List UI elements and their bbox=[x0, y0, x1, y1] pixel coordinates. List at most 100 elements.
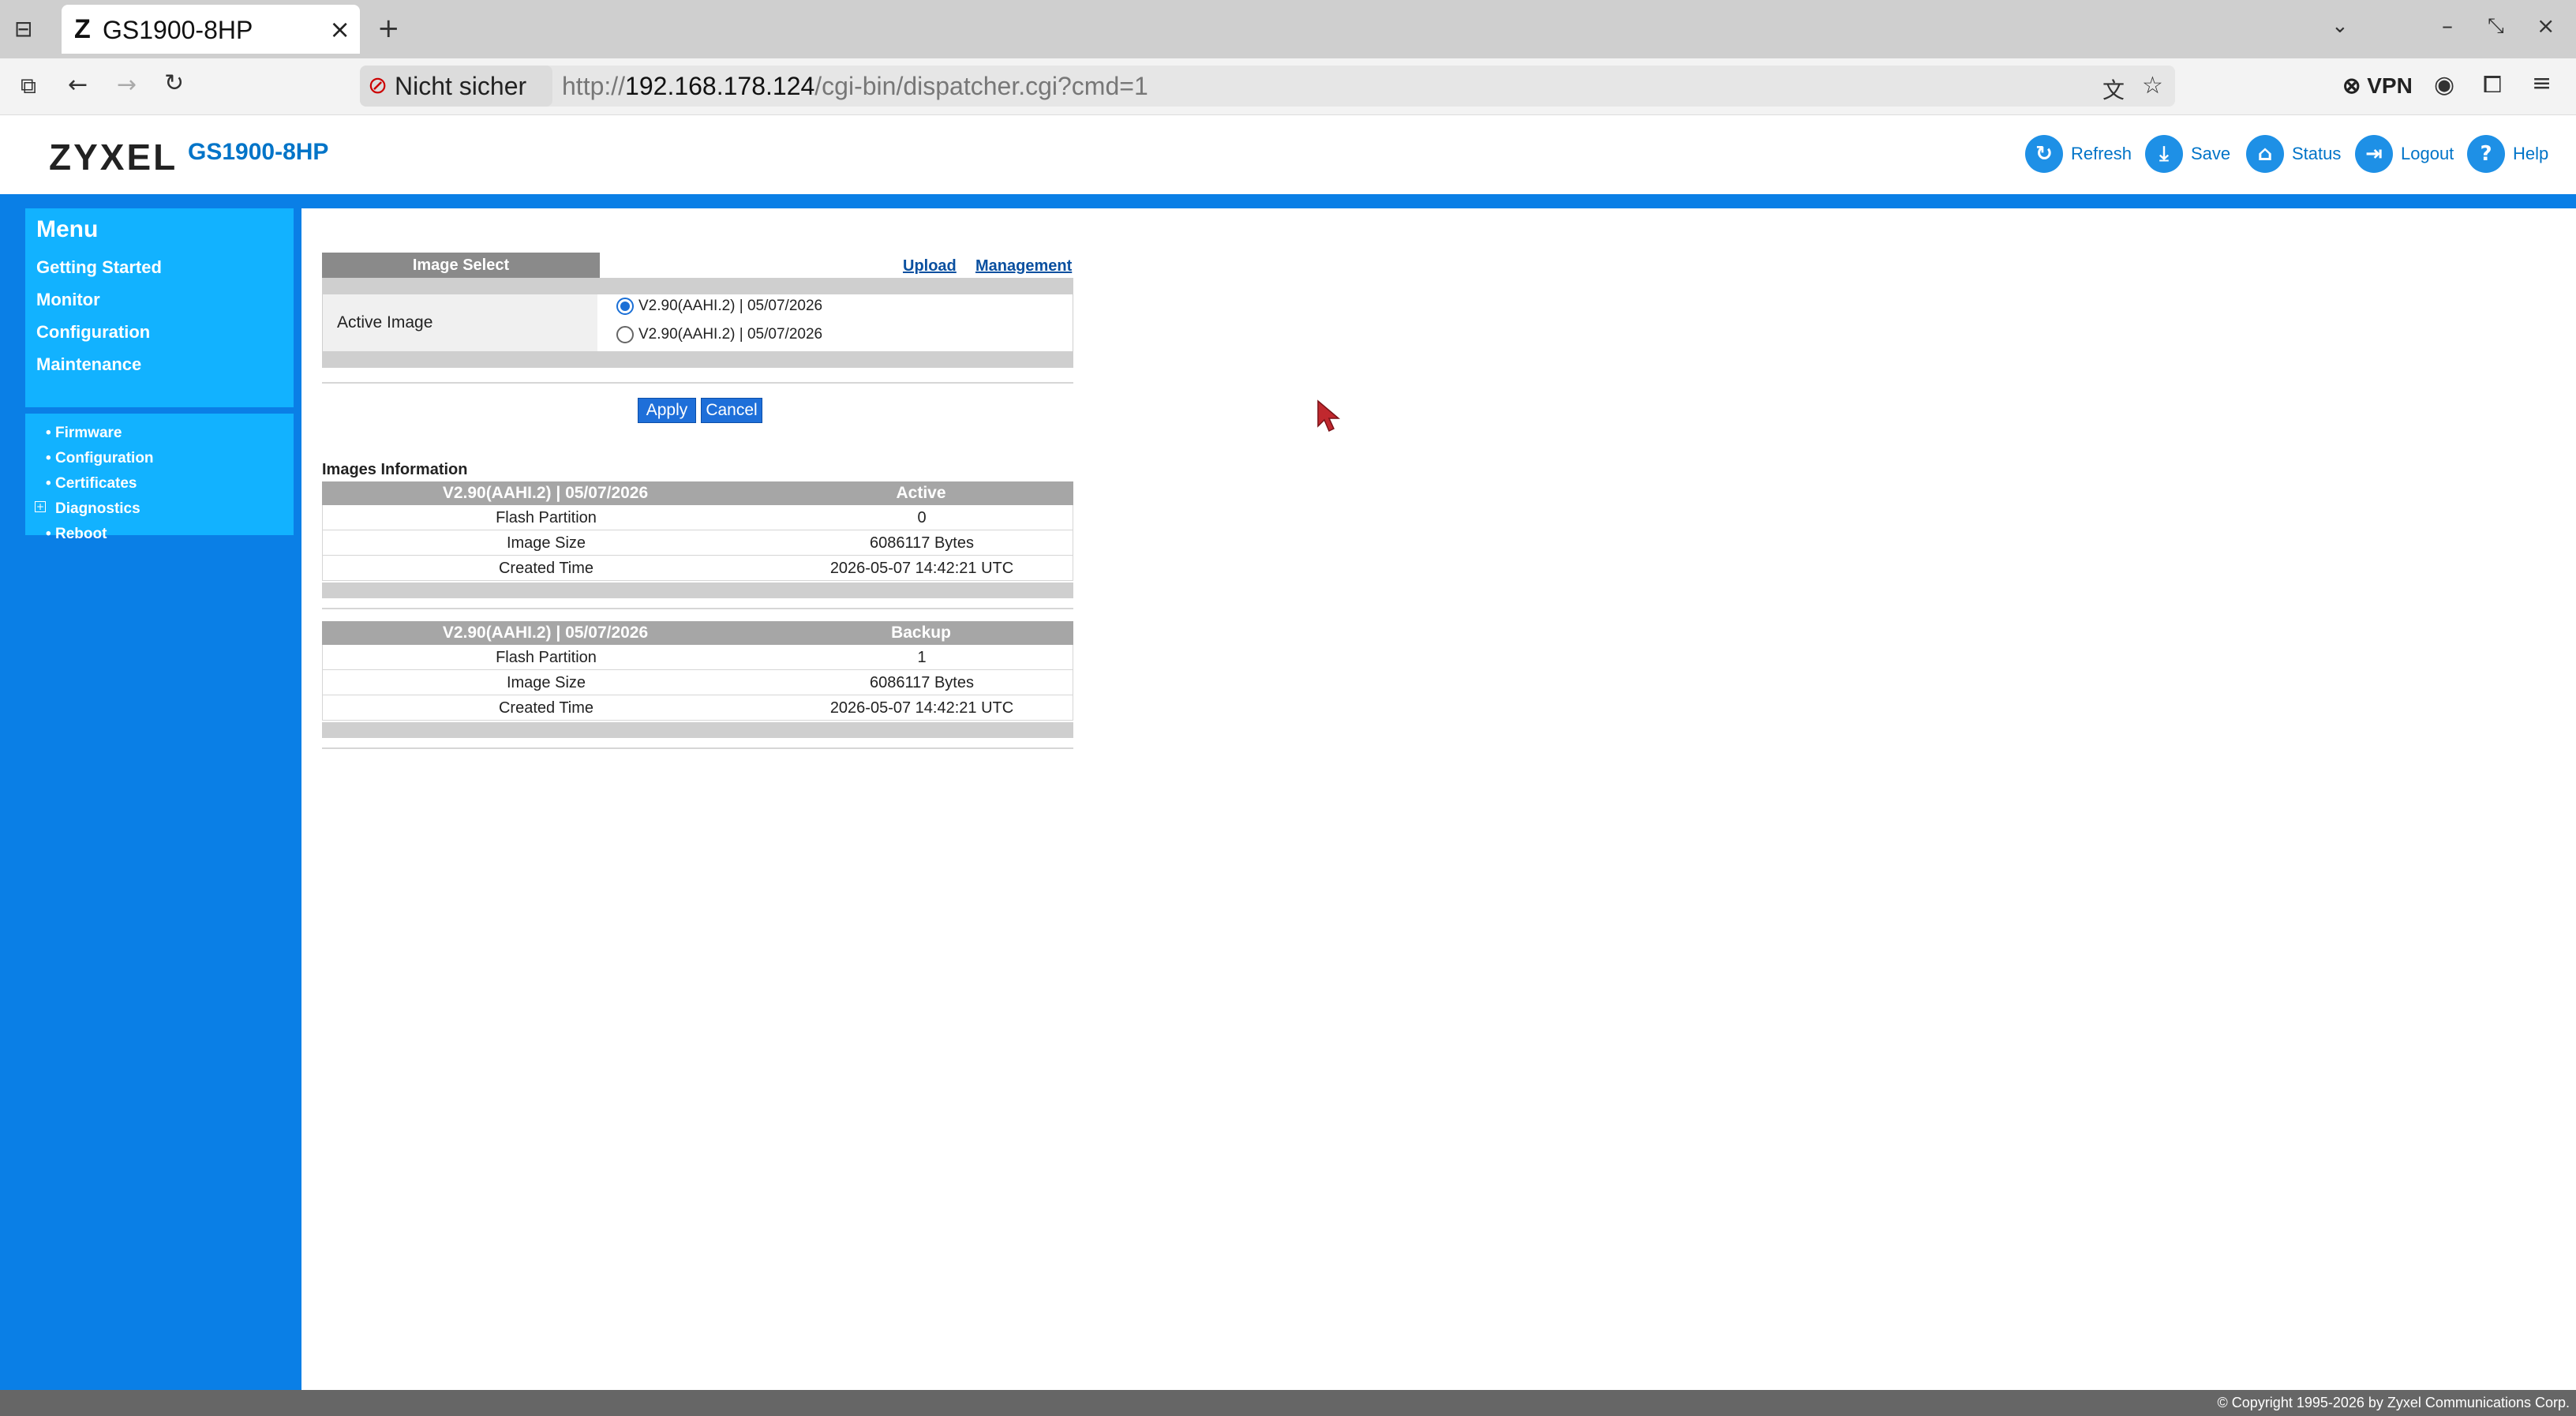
back-icon[interactable]: ← bbox=[68, 71, 88, 99]
row-value: 6086117 Bytes bbox=[870, 534, 974, 552]
divider bbox=[322, 608, 1073, 609]
submenu-label: Firmware bbox=[55, 425, 122, 441]
help-label: Help bbox=[2513, 144, 2549, 163]
insecure-shield-icon: ⊘ bbox=[368, 72, 388, 99]
row-label: Flash Partition bbox=[496, 649, 597, 666]
vpn-button[interactable]: ⊗ VPN bbox=[2342, 73, 2413, 99]
sidebar-item-monitor[interactable]: Monitor bbox=[36, 290, 100, 310]
row-label: Created Time bbox=[498, 560, 594, 577]
cancel-button[interactable]: Cancel bbox=[701, 398, 762, 423]
vpn-label: VPN bbox=[2367, 73, 2413, 98]
close-window-icon[interactable]: × bbox=[2537, 13, 2555, 39]
submenu-label: Reboot bbox=[55, 526, 107, 542]
sidebar-item-getting-started[interactable]: Getting Started bbox=[36, 257, 162, 278]
info-state: Backup bbox=[891, 624, 951, 642]
table-row: Created Time 2026-05-07 14:42:21 UTC bbox=[322, 695, 1073, 721]
apply-button[interactable]: Apply bbox=[638, 398, 696, 423]
info-version: V2.90(AAHI.2) | 05/07/2026 bbox=[442, 624, 649, 642]
account-icon[interactable]: ◉ bbox=[2434, 71, 2454, 99]
restore-icon[interactable]: ⤡ bbox=[2488, 14, 2504, 39]
extensions-icon[interactable]: ⧠ bbox=[2483, 71, 2502, 99]
row-label: Image Size bbox=[506, 534, 586, 552]
app-header: ZYXEL GS1900-8HP ↻ Refresh ⤓ Save ⌂ Stat… bbox=[0, 115, 2576, 194]
url-text[interactable]: http://192.168.178.124/cgi-bin/dispatche… bbox=[562, 66, 1148, 107]
submenu-item-diagnostics[interactable]: + Diagnostics bbox=[35, 500, 140, 518]
submenu-item-reboot[interactable]: • Reboot bbox=[46, 526, 107, 543]
image-option-1[interactable]: V2.90(AAHI.2) | 05/07/2026 bbox=[616, 298, 822, 315]
submenu-item-configuration[interactable]: • Configuration bbox=[46, 450, 154, 467]
save-label: Save bbox=[2191, 144, 2231, 163]
divider bbox=[322, 747, 1073, 749]
tab-close-icon[interactable]: × bbox=[329, 14, 350, 44]
browser-nav-bar: ⧉ ← → ↻ ⊘ Nicht sicher http://192.168.17… bbox=[0, 58, 2576, 115]
mouse-cursor-icon bbox=[1317, 399, 1341, 433]
table-bar bbox=[322, 278, 1073, 294]
row-value: 6086117 Bytes bbox=[870, 674, 974, 691]
save-button[interactable]: ⤓ Save bbox=[2145, 134, 2230, 174]
image-option-1-label: V2.90(AAHI.2) | 05/07/2026 bbox=[638, 298, 823, 314]
sidebar-item-maintenance[interactable]: Maintenance bbox=[36, 354, 141, 375]
row-label: Created Time bbox=[498, 699, 594, 717]
sidebar-item-configuration[interactable]: Configuration bbox=[36, 322, 150, 343]
zyxel-logo: ZYXEL bbox=[49, 137, 178, 178]
table-row: Flash Partition 0 bbox=[322, 505, 1073, 530]
forward-icon[interactable]: → bbox=[117, 71, 137, 99]
submenu-item-firmware[interactable]: • Firmware bbox=[46, 425, 122, 442]
image-option-2-label: V2.90(AAHI.2) | 05/07/2026 bbox=[638, 326, 823, 343]
header-divider bbox=[0, 194, 2576, 208]
reload-icon[interactable]: ↻ bbox=[164, 69, 184, 97]
tab-overview-icon[interactable]: ⊟ bbox=[14, 16, 32, 42]
row-value: 1 bbox=[917, 649, 927, 666]
save-download-icon: ⤓ bbox=[2145, 135, 2183, 173]
row-label: Image Size bbox=[506, 674, 586, 691]
image-info-table-backup: V2.90(AAHI.2) | 05/07/2026 Backup Flash … bbox=[322, 621, 1073, 755]
info-table-header: V2.90(AAHI.2) | 05/07/2026 Active bbox=[322, 481, 1073, 505]
logout-button[interactable]: ⇥ Logout bbox=[2355, 134, 2454, 174]
model-name: GS1900-8HP bbox=[188, 139, 329, 165]
row-label: Flash Partition bbox=[496, 509, 597, 526]
table-bar bbox=[322, 583, 1073, 598]
zyxel-favicon-icon: Z bbox=[74, 14, 91, 44]
submenu-item-certificates[interactable]: • Certificates bbox=[46, 475, 137, 493]
translate-icon[interactable]: 文 bbox=[2102, 73, 2125, 105]
info-version: V2.90(AAHI.2) | 05/07/2026 bbox=[442, 484, 649, 502]
table-row: Created Time 2026-05-07 14:42:21 UTC bbox=[322, 556, 1073, 581]
url-bar[interactable]: ⊘ Nicht sicher http://192.168.178.124/cg… bbox=[360, 66, 2175, 107]
submenu-label: Certificates bbox=[55, 475, 137, 492]
browser-tab-active[interactable]: Z GS1900-8HP × bbox=[62, 5, 360, 54]
status-button[interactable]: ⌂ Status bbox=[2246, 134, 2341, 174]
submenu-label: Diagnostics bbox=[55, 500, 140, 517]
table-bar bbox=[322, 352, 1073, 368]
help-icon: ? bbox=[2467, 135, 2505, 173]
active-image-label: Active Image bbox=[323, 294, 597, 351]
info-state: Active bbox=[896, 484, 946, 502]
image-option-2-radio[interactable] bbox=[616, 326, 634, 343]
image-option-2[interactable]: V2.90(AAHI.2) | 05/07/2026 bbox=[616, 326, 822, 343]
security-indicator[interactable]: ⊘ Nicht sicher bbox=[360, 66, 552, 107]
expand-plus-icon[interactable]: + bbox=[35, 501, 46, 512]
minimize-icon[interactable]: – bbox=[2442, 13, 2453, 39]
submenu-label: Configuration bbox=[55, 450, 154, 466]
management-link[interactable]: Management bbox=[975, 257, 1072, 275]
images-info-title: Images Information bbox=[322, 461, 468, 478]
menu-title: Menu bbox=[36, 216, 99, 242]
tab-title: GS1900-8HP bbox=[103, 16, 253, 44]
row-value: 0 bbox=[917, 509, 927, 526]
tab-list-chevron-icon[interactable]: ⌄ bbox=[2331, 14, 2349, 38]
table-bar bbox=[322, 722, 1073, 738]
vpn-status-icon: ⊗ bbox=[2342, 73, 2361, 98]
refresh-button[interactable]: ↻ Refresh bbox=[2025, 134, 2132, 174]
maintenance-submenu: • Firmware • Configuration • Certificates +… bbox=[25, 407, 294, 542]
status-home-icon: ⌂ bbox=[2246, 135, 2284, 173]
table-row: Flash Partition 1 bbox=[322, 645, 1073, 670]
url-path: /cgi-bin/dispatcher.cgi?cmd=1 bbox=[814, 72, 1148, 100]
upload-link[interactable]: Upload bbox=[903, 257, 957, 275]
image-option-1-radio[interactable] bbox=[616, 298, 634, 315]
help-button[interactable]: ? Help bbox=[2467, 134, 2548, 174]
bookmark-star-icon[interactable]: ☆ bbox=[2142, 72, 2163, 99]
sidebar-toggle-icon[interactable]: ⧉ bbox=[21, 73, 36, 99]
new-tab-icon[interactable]: + bbox=[377, 13, 400, 44]
browser-tab-bar: ⊟ Z GS1900-8HP × + ⌄ – ⤡ × bbox=[0, 0, 2576, 58]
table-row: Image Size 6086117 Bytes bbox=[322, 670, 1073, 695]
menu-hamburger-icon[interactable]: ≡ bbox=[2532, 69, 2552, 97]
